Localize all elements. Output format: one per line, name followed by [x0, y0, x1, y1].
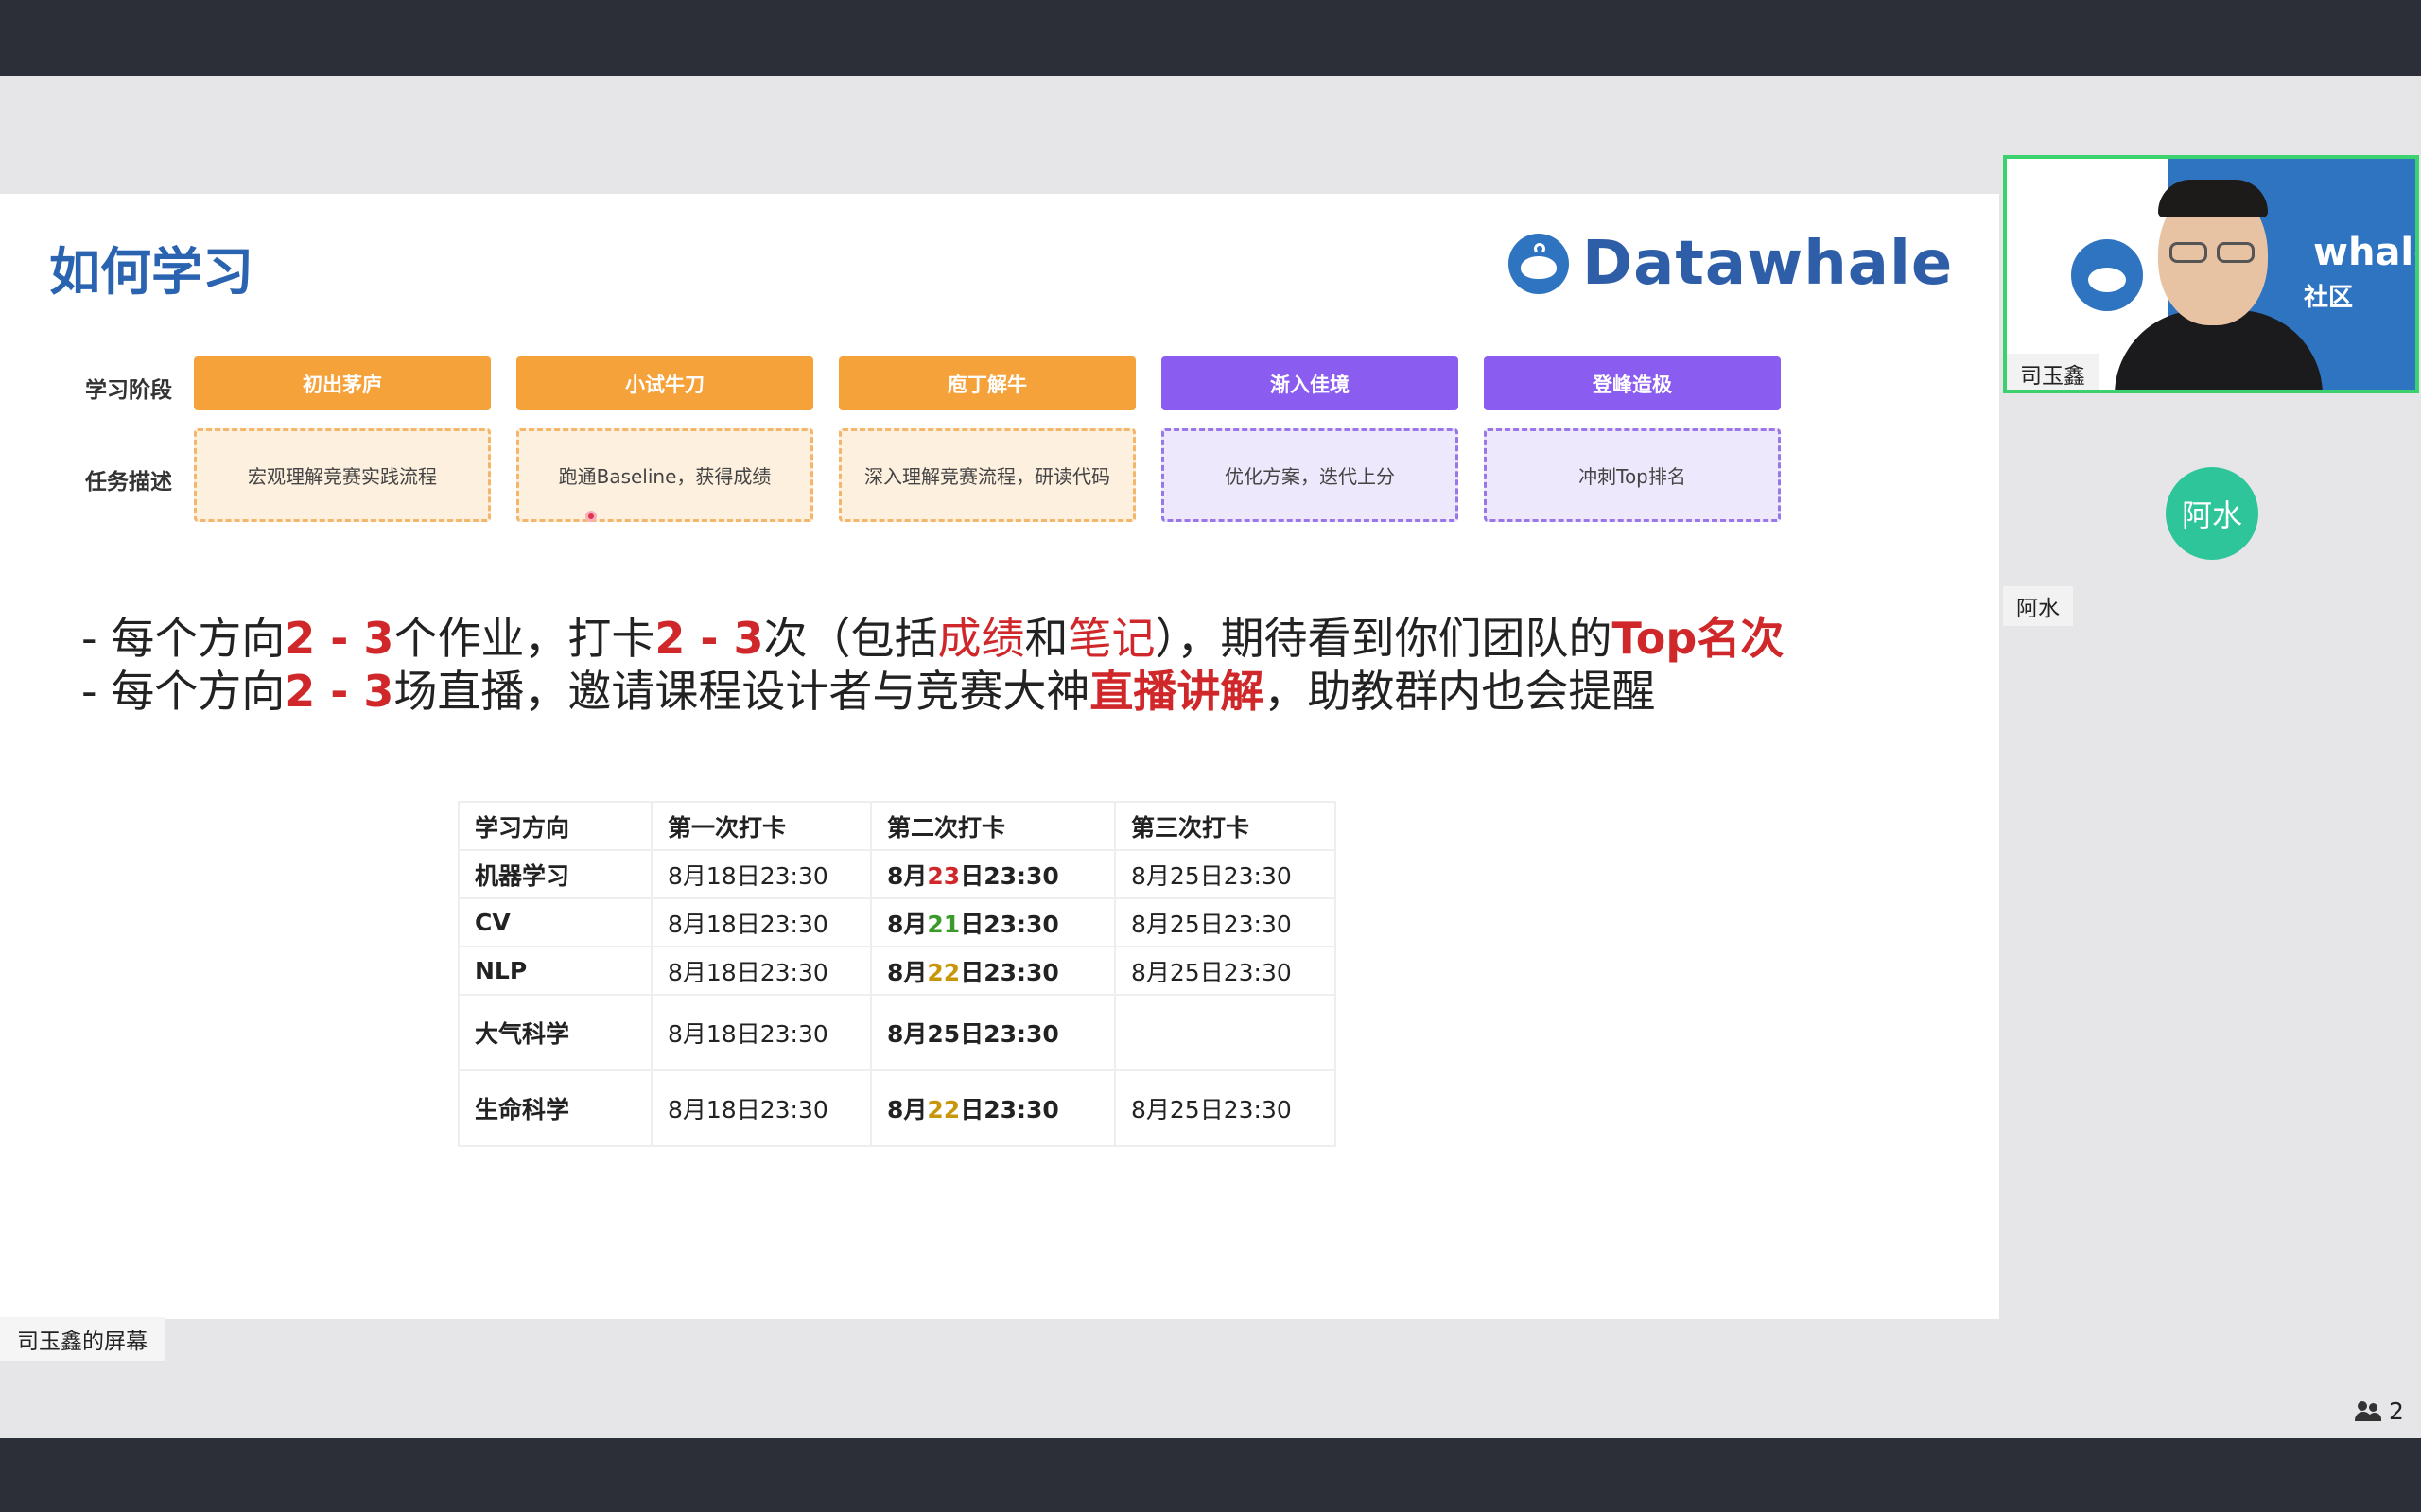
bullet-text: - 每个方向 — [81, 613, 286, 664]
second-checkin-cell: 8月25日23:30 — [870, 994, 1116, 1071]
date-part: 日23:30 — [960, 861, 1059, 890]
bullet-text: 次（包括 — [763, 613, 938, 664]
table-row: 大气科学 8月18日23:30 8月25日23:30 — [458, 994, 1336, 1071]
stage-box: 小试牛刀 — [516, 356, 813, 410]
date-part: 日23:30 — [960, 910, 1059, 938]
bullet-highlight: 直播讲解 — [1089, 666, 1264, 717]
stage-box: 庖丁解牛 — [839, 356, 1136, 410]
task-box: 优化方案，迭代上分 — [1161, 428, 1458, 522]
task-row-label: 任务描述 — [85, 470, 172, 495]
glasses-icon — [2169, 242, 2207, 263]
glasses-icon — [2217, 242, 2255, 263]
participant-name-tag: 司玉鑫 — [2007, 354, 2099, 390]
bullet-highlight: 2 - 3 — [654, 613, 764, 664]
column-header: 第二次打卡 — [870, 801, 1116, 851]
datawhale-logo: Datawhale — [1508, 226, 1953, 302]
date-day-highlight: 22 — [927, 958, 961, 986]
bullet-text: - 每个方向 — [81, 666, 286, 717]
bullet-highlight: 成绩 — [937, 613, 1025, 664]
stage-box: 登峰造极 — [1484, 356, 1781, 410]
window-top-bar — [0, 0, 2421, 76]
laser-pointer-dot — [585, 511, 597, 522]
participant-name-tag: 阿水 — [2003, 586, 2073, 626]
video-background-text: whale — [2313, 231, 2415, 274]
table-row: 机器学习 8月18日23:30 8月23日23:30 8月25日23:30 — [458, 849, 1336, 899]
participant-video-tile[interactable]: 阿水 阿水 — [2003, 397, 2419, 634]
third-checkin-cell: 8月25日23:30 — [1114, 1069, 1336, 1147]
checkin-schedule-table: 学习方向 第一次打卡 第二次打卡 第三次打卡 机器学习 8月18日23:30 8… — [458, 801, 1336, 1147]
task-box: 深入理解竞赛流程，研读代码 — [839, 428, 1136, 522]
third-checkin-cell: 8月25日23:30 — [1114, 946, 1336, 996]
column-header: 学习方向 — [458, 801, 653, 851]
logo-text: Datawhale — [1582, 229, 1954, 299]
people-icon — [2355, 1400, 2381, 1422]
stage-row-label: 学习阶段 — [85, 378, 172, 403]
date-part: 8月 — [887, 1096, 928, 1123]
table-row: 生命科学 8月18日23:30 8月22日23:30 8月25日23:30 — [458, 1069, 1336, 1147]
participant-count: 2 — [2389, 1398, 2404, 1425]
stage-box: 渐入佳境 — [1161, 356, 1458, 410]
date-day-highlight: 23 — [927, 861, 961, 890]
first-checkin-cell: 8月18日23:30 — [651, 1069, 872, 1147]
second-checkin-cell: 8月21日23:30 — [870, 897, 1116, 947]
second-checkin-cell: 8月22日23:30 — [870, 1069, 1116, 1147]
date-part: 8月 — [887, 910, 928, 938]
bullet-text: 个作业，打卡 — [393, 613, 655, 664]
task-box: 冲刺Top排名 — [1484, 428, 1781, 522]
direction-cell: 机器学习 — [458, 849, 653, 899]
bullet-text: ），期待看到你们团队的 — [1155, 613, 1612, 664]
direction-cell: 生命科学 — [458, 1069, 653, 1147]
active-speaker-video-tile[interactable]: whale 社区 司玉鑫 — [2003, 155, 2419, 393]
first-checkin-cell: 8月18日23:30 — [651, 897, 872, 947]
second-checkin-cell: 8月22日23:30 — [870, 946, 1116, 996]
window-bottom-bar — [0, 1438, 2421, 1512]
whale-logo-icon — [1508, 234, 1569, 294]
table-row: NLP 8月18日23:30 8月22日23:30 8月25日23:30 — [458, 946, 1336, 996]
first-checkin-cell: 8月18日23:30 — [651, 849, 872, 899]
first-checkin-cell: 8月18日23:30 — [651, 946, 872, 996]
third-checkin-cell — [1114, 994, 1336, 1071]
direction-cell: CV — [458, 897, 653, 947]
direction-cell: NLP — [458, 946, 653, 996]
bullet-highlight: 2 - 3 — [285, 613, 394, 664]
presenter-hair — [2158, 180, 2268, 217]
third-checkin-cell: 8月25日23:30 — [1114, 897, 1336, 947]
bullet-highlight: 笔记 — [1068, 613, 1156, 664]
date-day-highlight: 22 — [927, 1096, 961, 1123]
bullet-highlight: 2 - 3 — [285, 666, 394, 717]
task-box: 跑通Baseline，获得成绩 — [516, 428, 813, 522]
slide-title: 如何学习 — [49, 242, 253, 302]
video-background-subtext: 社区 — [2304, 284, 2354, 312]
column-header: 第一次打卡 — [651, 801, 872, 851]
whale-logo-icon — [2068, 236, 2146, 314]
date-part: 日23:30 — [960, 958, 1059, 986]
third-checkin-cell: 8月25日23:30 — [1114, 849, 1336, 899]
bullet-text: 和 — [1024, 613, 1069, 664]
column-header: 第三次打卡 — [1114, 801, 1336, 851]
bullet-text: 场直播，邀请课程设计者与竞赛大神 — [393, 666, 1090, 717]
bullet-text: ，助教群内也会提醒 — [1263, 666, 1656, 717]
avatar: 阿水 — [2166, 467, 2258, 560]
second-checkin-cell: 8月23日23:30 — [870, 849, 1116, 899]
bullet-highlight: Top名次 — [1611, 613, 1785, 664]
participant-count-button[interactable]: 2 — [2355, 1398, 2404, 1425]
task-box: 宏观理解竞赛实践流程 — [194, 428, 491, 522]
bullet-line-2: - 每个方向2 - 3场直播，邀请课程设计者与竞赛大神直播讲解，助教群内也会提醒 — [81, 657, 1655, 720]
date-part: 日23:30 — [960, 1096, 1059, 1123]
screen-share-owner-label: 司玉鑫的屏幕 — [0, 1317, 165, 1361]
table-header-row: 学习方向 第一次打卡 第二次打卡 第三次打卡 — [458, 801, 1336, 851]
date-part: 8月 — [887, 958, 928, 986]
first-checkin-cell: 8月18日23:30 — [651, 994, 872, 1071]
table-row: CV 8月18日23:30 8月21日23:30 8月25日23:30 — [458, 897, 1336, 947]
direction-cell: 大气科学 — [458, 994, 653, 1071]
stage-box: 初出茅庐 — [194, 356, 491, 410]
presentation-slide: 如何学习 Datawhale 学习阶段 任务描述 初出茅庐 小试牛刀 庖丁解牛 … — [0, 194, 1999, 1319]
date-day-highlight: 21 — [927, 910, 961, 938]
date-part: 8月 — [887, 861, 928, 890]
